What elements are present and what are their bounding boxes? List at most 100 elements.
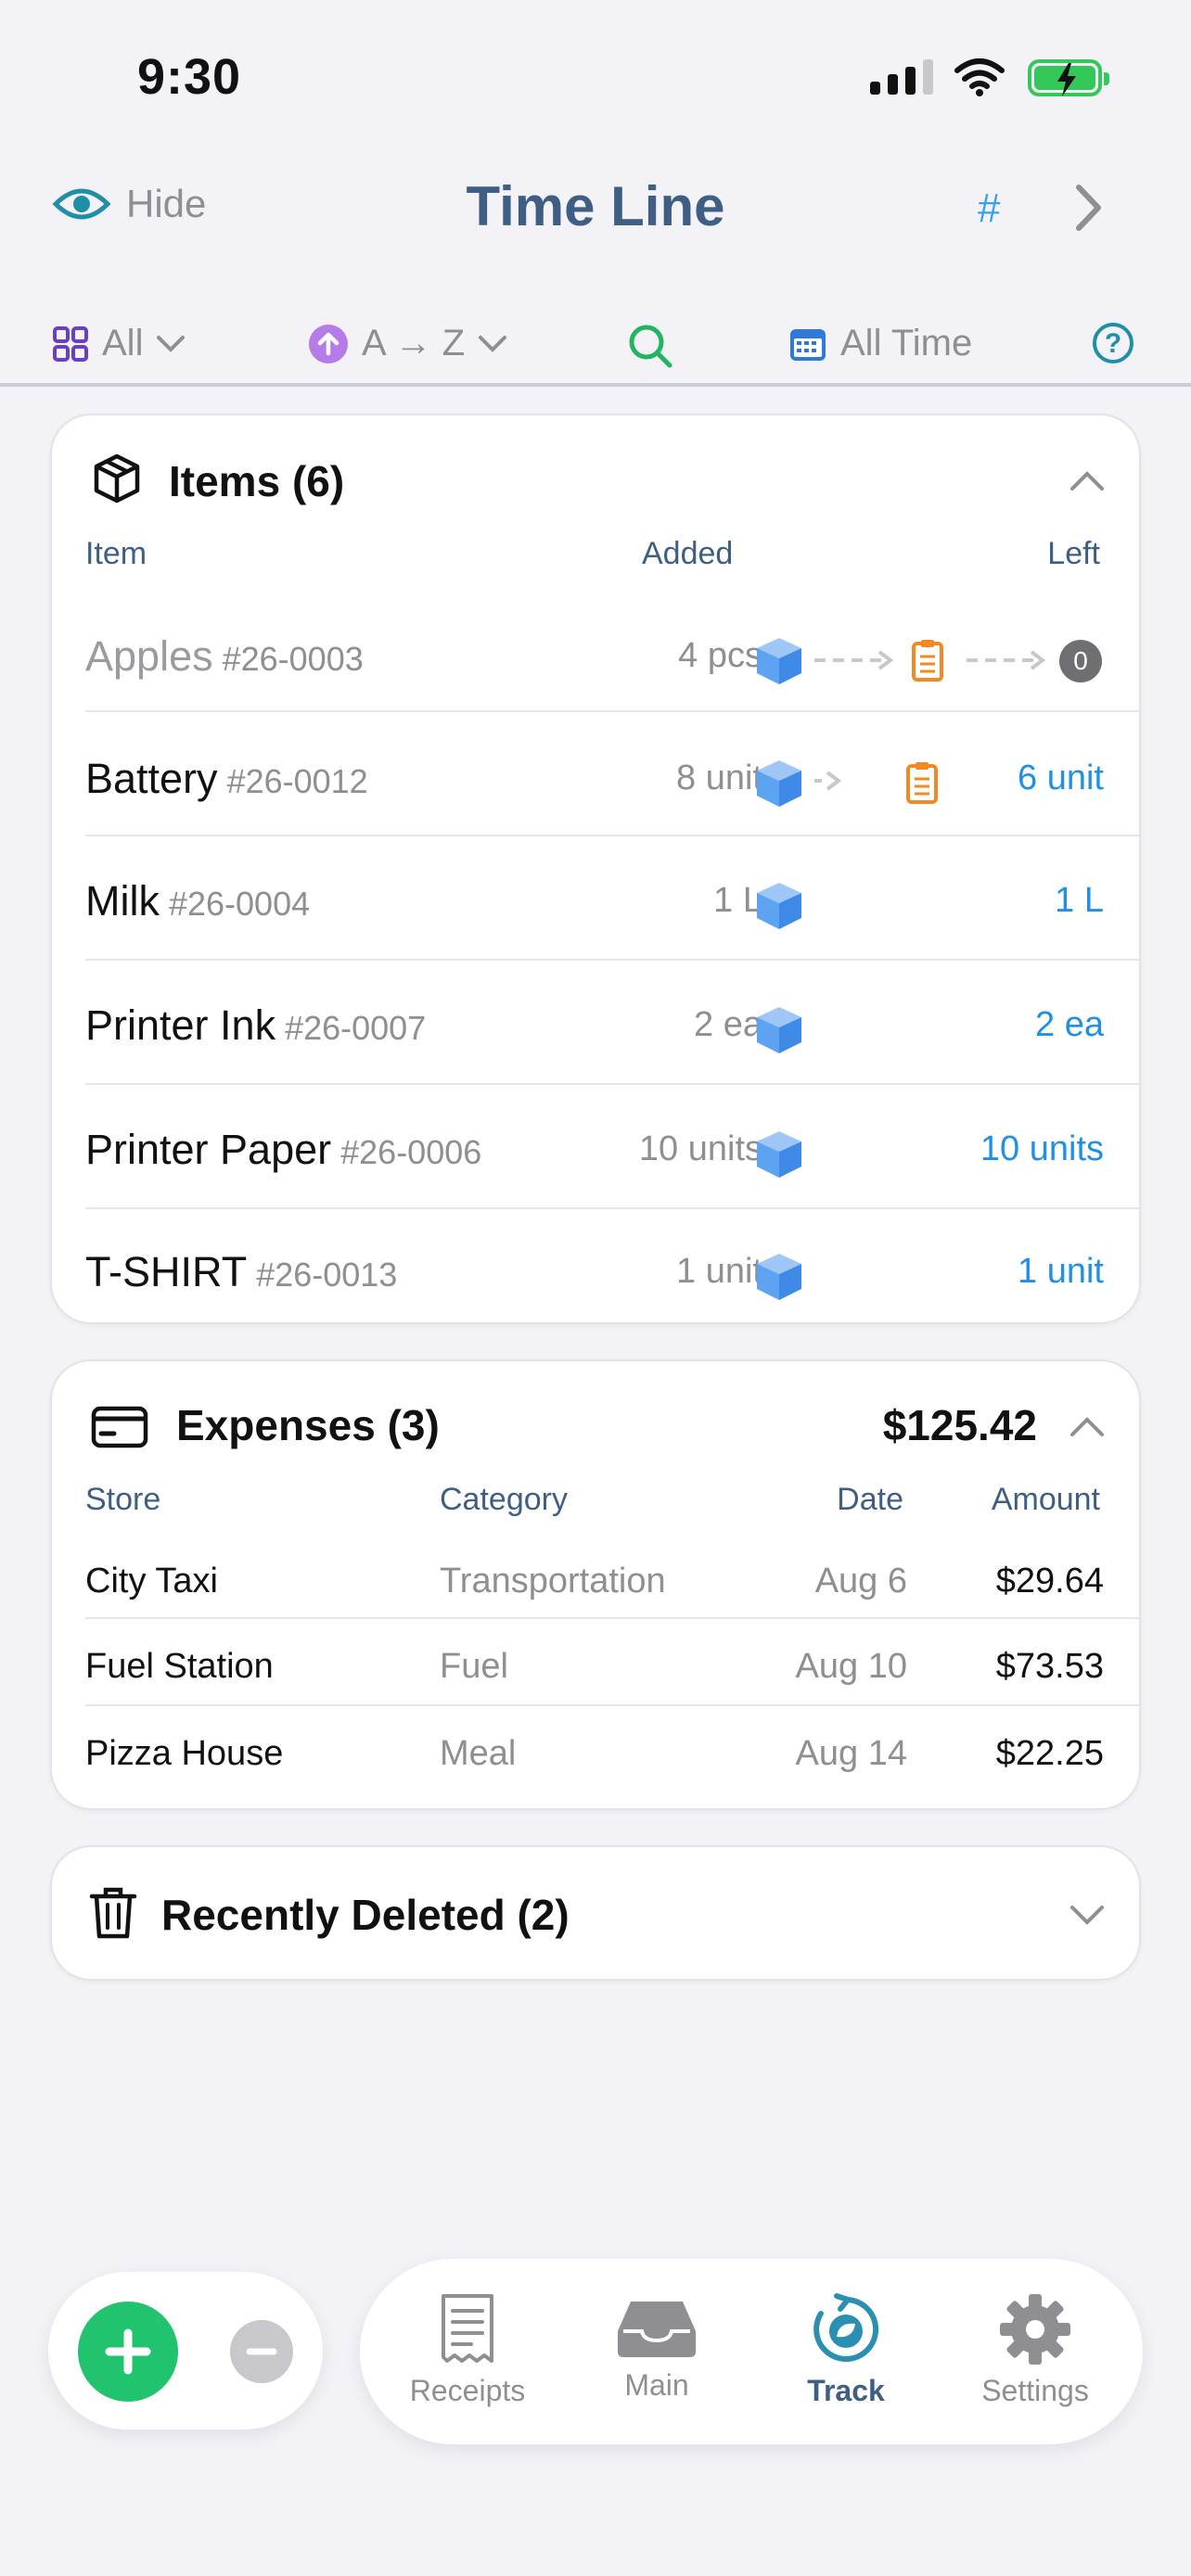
expense-row[interactable]: City Taxi Transportation Aug 6 $29.64: [52, 1537, 1143, 1623]
tab-settings[interactable]: Settings: [942, 2259, 1128, 2444]
track-cycle-icon: [813, 2293, 879, 2362]
item-name: Apples: [85, 632, 213, 680]
calendar-icon: [790, 328, 826, 361]
box-icon: [757, 883, 801, 929]
column-header-amount: Amount: [991, 1482, 1100, 1517]
chevron-down-icon[interactable]: [1069, 1905, 1106, 1927]
expense-amount: $73.53: [995, 1647, 1104, 1686]
expense-date: Aug 14: [795, 1734, 907, 1773]
expense-store: Fuel Station: [85, 1647, 274, 1686]
expense-amount: $29.64: [995, 1562, 1104, 1600]
item-left-qty: 2 ea: [1035, 1005, 1104, 1044]
page-title: Time Line: [466, 175, 725, 237]
hash-toggle-button[interactable]: #: [978, 185, 1000, 232]
tab-main-label: Main: [624, 2368, 689, 2402]
plus-icon: [105, 2328, 151, 2375]
package-icon: [94, 453, 140, 504]
expense-store: Pizza House: [85, 1734, 284, 1773]
add-button[interactable]: [78, 2302, 178, 2402]
chevron-up-icon[interactable]: [1069, 1415, 1106, 1437]
minus-icon: [246, 2348, 277, 2355]
expenses-card: Expenses (3) $125.42 Store Category Date…: [50, 1359, 1141, 1810]
credit-card-icon: [91, 1406, 148, 1448]
remove-button[interactable]: [230, 2320, 293, 2383]
item-added-qty: 8 unit: [676, 759, 762, 797]
receipt-clipboard-icon: [912, 640, 943, 682]
sort-ascending-icon: [309, 324, 348, 363]
item-row-t-shirt[interactable]: T-SHIRT #26-0013 1 unit 1 unit: [52, 1209, 1143, 1320]
receipt-clipboard-icon: [906, 762, 938, 804]
item-left-qty: 1 unit: [1018, 1252, 1104, 1291]
sort-filter[interactable]: A → Z: [308, 323, 507, 364]
item-code: #26-0012: [226, 762, 368, 800]
item-left-qty: 1 L: [1055, 881, 1104, 920]
item-code: #26-0013: [256, 1256, 398, 1294]
expense-row[interactable]: Pizza House Meal Aug 14 $22.25: [52, 1710, 1143, 1795]
inbox-tray-icon: [618, 2302, 696, 2357]
item-added-qty: 1 unit: [676, 1252, 762, 1291]
help-button[interactable]: ?: [1093, 323, 1133, 363]
item-code: #26-0007: [285, 1009, 427, 1047]
items-card: Items (6) Item Added Left Apples #26-0003…: [50, 414, 1141, 1324]
item-name: Printer Ink: [85, 1001, 276, 1049]
cellular-signal-icon: [870, 59, 933, 95]
tab-track-label: Track: [807, 2374, 885, 2407]
expense-row[interactable]: Fuel Station Fuel Aug 10 $73.53: [52, 1623, 1143, 1708]
tab-receipts-label: Receipts: [409, 2374, 526, 2407]
box-icon: [757, 1131, 801, 1178]
tab-bar: Receipts Main Track Settings: [360, 2259, 1143, 2444]
status-time: 9:30: [137, 49, 242, 105]
item-name: Printer Paper: [85, 1126, 332, 1173]
item-row-apples[interactable]: Apples #26-0003 4 pcs 0: [52, 597, 1143, 720]
expense-date: Aug 10: [795, 1647, 907, 1686]
expense-category: Transportation: [440, 1562, 666, 1600]
expense-date: Aug 6: [814, 1562, 907, 1600]
group-filter-label: All: [102, 323, 144, 363]
box-icon: [757, 1007, 801, 1053]
recently-deleted-title: Recently Deleted (2): [161, 1891, 570, 1939]
expenses-total: $125.42: [882, 1401, 1037, 1449]
grid-icon: [53, 325, 88, 362]
items-card-title: Items (6): [169, 457, 345, 505]
date-range-label: All Time: [840, 323, 973, 363]
depleted-badge: 0: [1059, 640, 1102, 682]
gear-icon: [1000, 2294, 1070, 2365]
expense-amount: $22.25: [995, 1734, 1104, 1773]
expenses-card-title: Expenses (3): [176, 1401, 440, 1449]
item-row-battery[interactable]: Battery #26-0012 8 unit 6 unit: [52, 712, 1143, 835]
tab-settings-label: Settings: [981, 2374, 1089, 2407]
expense-store: City Taxi: [85, 1562, 218, 1600]
chevron-down-icon: [479, 335, 507, 352]
tab-main[interactable]: Main: [564, 2259, 749, 2444]
filter-divider: [0, 383, 1191, 387]
item-name: T-SHIRT: [85, 1248, 248, 1295]
item-left-qty: 6 unit: [1018, 759, 1104, 797]
chevron-down-icon: [157, 335, 186, 352]
column-header-date: Date: [837, 1482, 903, 1517]
column-header-left: Left: [1047, 536, 1100, 571]
item-left-qty: 10 units: [980, 1129, 1104, 1168]
column-header-item: Item: [85, 536, 147, 571]
item-row-printer-paper[interactable]: Printer Paper #26-0006 10 units 10 units: [52, 1085, 1143, 1207]
column-header-store: Store: [85, 1482, 161, 1517]
search-icon[interactable]: [627, 323, 673, 369]
item-name: Battery: [85, 755, 218, 802]
item-name: Milk: [85, 877, 160, 925]
item-row-printer-ink[interactable]: Printer Ink #26-0007 2 ea 2 ea: [52, 961, 1143, 1083]
item-row-milk[interactable]: Milk #26-0004 1 L 1 L: [52, 836, 1143, 959]
date-range-filter[interactable]: All Time: [788, 323, 972, 364]
recently-deleted-card[interactable]: Recently Deleted (2): [50, 1845, 1141, 1981]
tab-track[interactable]: Track: [753, 2259, 939, 2444]
column-header-category: Category: [440, 1482, 568, 1517]
sort-filter-label: A → Z: [362, 323, 466, 363]
box-icon: [757, 1254, 801, 1300]
dashed-arrow-icon: [814, 650, 894, 670]
dashed-arrow-icon: [814, 771, 842, 791]
dashed-arrow-icon: [967, 650, 1046, 670]
item-code: #26-0006: [340, 1133, 482, 1171]
chevron-up-icon[interactable]: [1069, 469, 1106, 491]
group-filter[interactable]: All: [52, 323, 186, 364]
expense-category: Meal: [440, 1734, 517, 1773]
chevron-right-icon[interactable]: [1074, 184, 1102, 232]
tab-receipts[interactable]: Receipts: [375, 2259, 560, 2444]
